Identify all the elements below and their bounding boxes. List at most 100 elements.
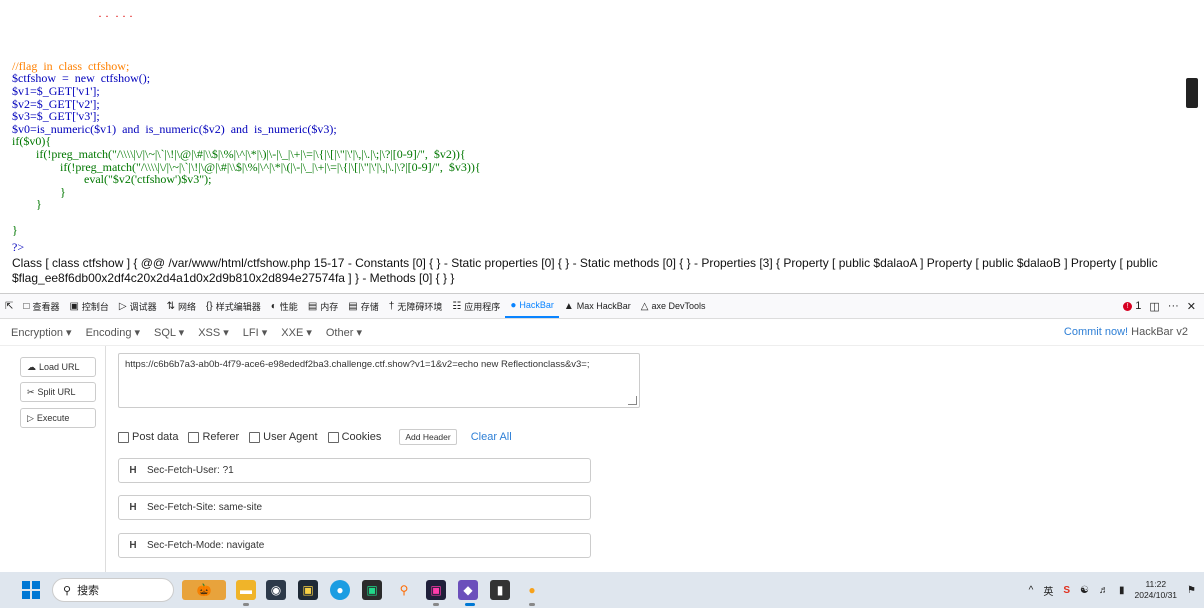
tab-label: axe DevTools xyxy=(651,301,706,311)
tab-label: 无障碍环境 xyxy=(397,301,443,312)
tab-icon: □ xyxy=(23,300,30,312)
header-row[interactable]: H Sec-Fetch-Site: same-site xyxy=(118,495,591,520)
post-data-checkbox[interactable]: Post data xyxy=(118,431,178,443)
scissors-icon: ✂ xyxy=(27,386,35,397)
header-row[interactable]: H Sec-Fetch-User: ?1 xyxy=(118,458,591,483)
tab-label: 样式编辑器 xyxy=(215,301,261,312)
notification-icon[interactable]: ⚑ xyxy=(1187,585,1196,596)
tray-overflow-icon[interactable]: ^ xyxy=(1029,585,1034,596)
tab-label: 网络 xyxy=(178,301,197,312)
pick-element-icon[interactable]: ⇱ xyxy=(0,294,18,318)
cookies-checkbox[interactable]: Cookies xyxy=(327,431,381,443)
app-icon[interactable]: ▣ xyxy=(298,580,318,600)
request-options: Post data Referer User Agent Cookies Add… xyxy=(118,429,512,445)
commit-link[interactable]: Commit now! xyxy=(1064,326,1128,338)
code-line: } xyxy=(12,197,42,212)
split-url-button[interactable]: ✂ Split URL xyxy=(20,382,96,402)
hackbar-menu: Encryption ▾ Encoding ▾ SQL ▾ XSS ▾ LFI ▾ XXE… xyxy=(0,319,1204,346)
volume-icon[interactable]: ♬ xyxy=(1099,585,1109,596)
add-header-button[interactable]: Add Header xyxy=(399,429,457,445)
dock-icon[interactable]: ◫ xyxy=(1149,300,1159,313)
tab-icon: ▤ xyxy=(348,300,358,312)
commit-notice: Commit now! HackBar v2 xyxy=(1063,326,1188,338)
code-fragment: · · · · · xyxy=(98,9,133,23)
close-devtools-icon[interactable]: ✕ xyxy=(1187,300,1196,313)
devtools-tab[interactable]: † 无障碍环境 xyxy=(384,294,448,318)
code-line: } xyxy=(12,184,66,199)
code-line: $v1=$_GET['v1']; xyxy=(12,83,100,98)
app-icon[interactable]: ▣ xyxy=(426,580,446,600)
devtools-tab[interactable]: ▲ Max HackBar xyxy=(559,294,636,318)
header-row[interactable]: H Sec-Fetch-Mode: navigate xyxy=(118,533,591,558)
tab-icon: ▲ xyxy=(563,300,574,312)
clear-all-link[interactable]: Clear All xyxy=(471,431,512,443)
ime-indicator[interactable]: 英 xyxy=(1043,583,1053,598)
execute-button[interactable]: ▷ Execute xyxy=(20,408,96,428)
hackbar-menu-item[interactable]: XSS ▾ xyxy=(191,326,236,339)
load-url-button[interactable]: ☁ Load URL xyxy=(20,357,96,377)
tab-label: 控制台 xyxy=(81,301,109,312)
widgets-icon[interactable]: 🎃 xyxy=(182,580,226,600)
burp-icon[interactable]: ◆ xyxy=(458,580,478,600)
start-button[interactable] xyxy=(22,581,40,599)
user-agent-checkbox[interactable]: User Agent xyxy=(249,431,318,443)
devtools-tab[interactable]: □ 查看器 xyxy=(18,294,64,318)
sogou-icon[interactable]: S xyxy=(1063,585,1070,596)
tab-icon: ▣ xyxy=(69,300,79,312)
resize-handle[interactable] xyxy=(628,396,637,405)
more-options-icon[interactable]: ··· xyxy=(1168,300,1179,312)
tab-label: Max HackBar xyxy=(576,301,631,311)
hackbar-menu-item[interactable]: LFI ▾ xyxy=(236,326,274,339)
devtools-tab[interactable]: ▤ 存储 xyxy=(343,294,383,318)
tab-label: 内存 xyxy=(320,301,339,312)
wifi-icon[interactable]: ☯ xyxy=(1080,585,1089,596)
tab-label: 调试器 xyxy=(129,301,157,312)
tab-icon: ▷ xyxy=(118,300,127,312)
devtools-tab[interactable]: △ axe DevTools xyxy=(636,294,711,318)
devtools-tab[interactable]: ◐ 性能 xyxy=(266,294,303,318)
side-handle[interactable] xyxy=(1186,78,1198,108)
taskbar: ⚲ 搜索 🎃 ▬ ◉ ▣ ● ▣ ⚲ ▣ ◆ ▮ ● ^ 英 S ☯ ♬ ▮ 11… xyxy=(0,572,1204,608)
devtools-tab[interactable]: ▣ 控制台 xyxy=(64,294,113,318)
hackbar-menu-item[interactable]: Encryption ▾ xyxy=(4,326,79,339)
terminal-icon[interactable]: ▮ xyxy=(490,580,510,600)
code-line: if(!preg_match("/\\\\|\/|\~|\`|\!|\@|\#|… xyxy=(12,146,466,161)
tab-label: 查看器 xyxy=(32,301,60,312)
code-line: //flag in class ctfshow; xyxy=(12,58,130,73)
devtools-tab[interactable]: ▤ 内存 xyxy=(303,294,343,318)
tab-label: 性能 xyxy=(279,301,298,312)
hackbar-menu-item[interactable]: Encoding ▾ xyxy=(79,326,147,339)
error-icon: ! xyxy=(1123,301,1133,311)
search-app-icon[interactable]: ⚲ xyxy=(394,580,414,600)
devtools-tab[interactable]: {} 样式编辑器 xyxy=(201,294,266,318)
hackbar-menu-item[interactable]: Other ▾ xyxy=(319,326,369,339)
chrome-icon[interactable]: ● xyxy=(522,580,542,600)
url-input[interactable]: https://c6b6b7a3-ab0b-4f79-ace6-e98ededf… xyxy=(118,353,640,408)
tab-icon: {} xyxy=(206,300,213,312)
play-icon: ▷ xyxy=(27,412,34,423)
edge-browser-icon[interactable]: ● xyxy=(330,580,350,600)
tab-label: HackBar xyxy=(519,300,554,310)
devtools-tab[interactable]: ● HackBar xyxy=(505,294,559,318)
app-icon[interactable]: ◉ xyxy=(266,580,286,600)
devtools-tab[interactable]: ☷ 应用程序 xyxy=(447,294,505,318)
taskbar-search[interactable]: ⚲ 搜索 xyxy=(52,578,174,602)
devtools-tab[interactable]: ▷ 调试器 xyxy=(114,294,162,318)
hackbar-menu-item[interactable]: XXE ▾ xyxy=(274,326,319,339)
tab-icon: ◐ xyxy=(270,300,277,312)
reflection-output: Class [ class ctfshow ] { @@ /var/www/ht… xyxy=(12,256,1158,285)
clock[interactable]: 11:22 2024/10/31 xyxy=(1134,579,1177,601)
devtools-tab[interactable]: ⇅ 网络 xyxy=(162,294,201,318)
battery-icon[interactable]: ▮ xyxy=(1119,585,1125,596)
hackbar-menu-item[interactable]: SQL ▾ xyxy=(147,326,191,339)
referer-checkbox[interactable]: Referer xyxy=(188,431,239,443)
code-line: $v0=is_numeric($v1) and is_numeric($v2) … xyxy=(12,121,337,136)
tab-icon: ▤ xyxy=(307,300,318,312)
file-explorer-icon[interactable]: ▬ xyxy=(236,580,256,600)
php-close-tag: ?> xyxy=(12,240,25,254)
pycharm-icon[interactable]: ▣ xyxy=(362,580,382,600)
cloud-icon: ☁ xyxy=(27,361,36,372)
tab-icon: ● xyxy=(510,299,517,311)
error-indicator[interactable]: ! 1 xyxy=(1123,300,1141,312)
